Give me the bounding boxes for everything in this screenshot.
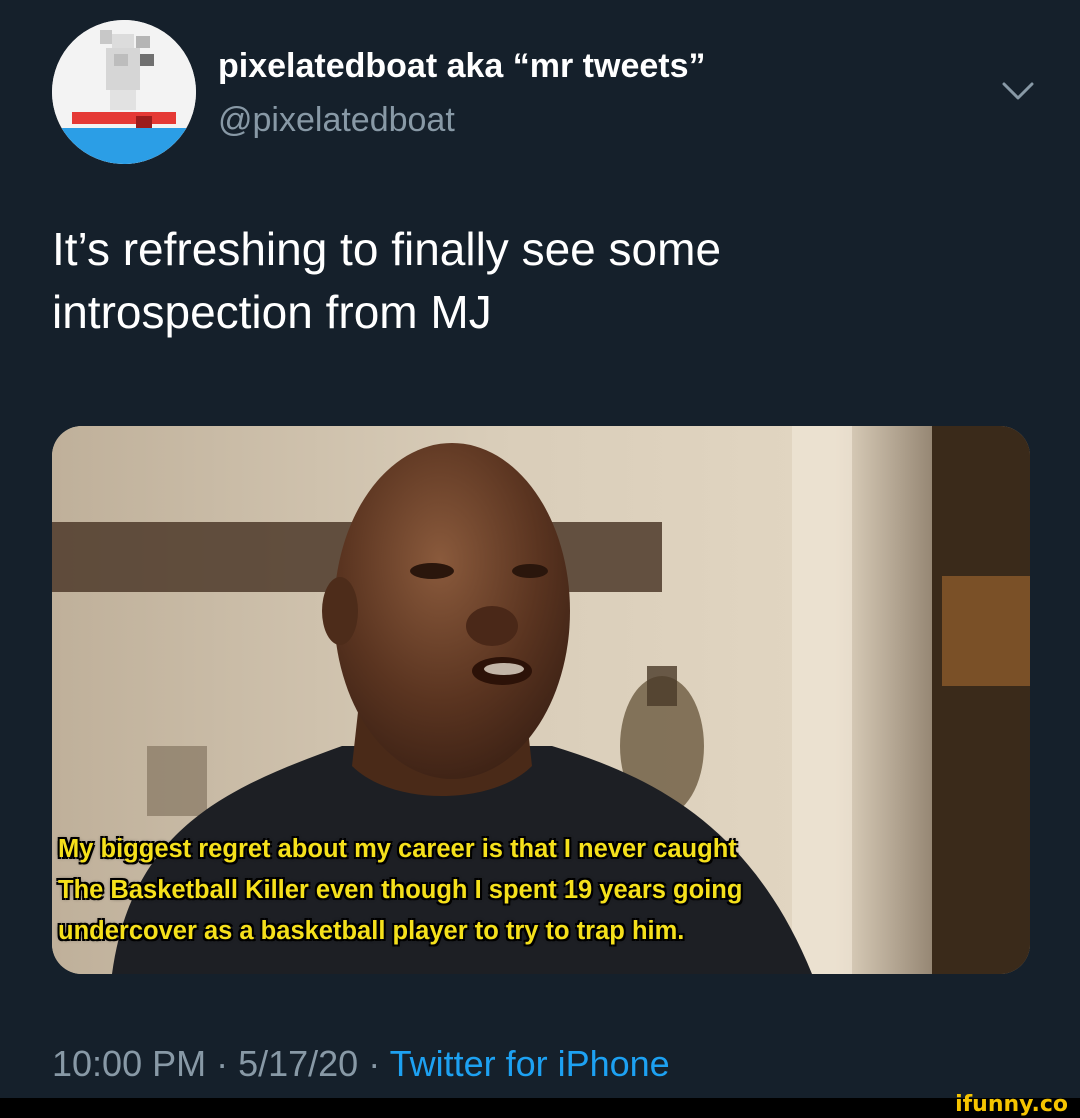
- tweet-text-line: introspection from MJ: [52, 286, 492, 338]
- ifunny-watermark-logo: ifunny.co: [955, 1092, 1068, 1117]
- tweet-text-line: It’s refreshing to finally see some: [52, 223, 722, 275]
- caption-line: The Basketball Killer even though I spen…: [58, 876, 743, 904]
- pixel-boat-avatar-icon: [52, 20, 196, 164]
- media-caption: My biggest regret about my career is tha…: [58, 829, 1018, 952]
- tweet-text: It’s refreshing to finally see some intr…: [52, 218, 1022, 344]
- tweet-metadata: 10:00 PM · 5/17/20 · Twitter for iPhone: [52, 1040, 670, 1088]
- tweet-time[interactable]: 10:00 PM: [52, 1043, 206, 1084]
- chevron-down-icon[interactable]: [998, 72, 1038, 112]
- tweet-media[interactable]: My biggest regret about my career is tha…: [52, 426, 1030, 974]
- tweet-source-link[interactable]: Twitter for iPhone: [390, 1043, 670, 1084]
- user-handle[interactable]: @pixelatedboat: [218, 98, 455, 142]
- caption-line: My biggest regret about my career is tha…: [58, 835, 737, 863]
- tweet-date[interactable]: 5/17/20: [238, 1043, 358, 1084]
- display-name[interactable]: pixelatedboat aka “mr tweets”: [218, 44, 706, 88]
- tweet-screenshot: pixelatedboat aka “mr tweets” @pixelated…: [0, 0, 1080, 1118]
- meta-separator: ·: [358, 1043, 390, 1084]
- watermark-bar: [0, 1098, 1080, 1118]
- caption-line: undercover as a basketball player to try…: [58, 917, 685, 945]
- meta-separator: ·: [206, 1043, 239, 1084]
- avatar[interactable]: [52, 20, 196, 164]
